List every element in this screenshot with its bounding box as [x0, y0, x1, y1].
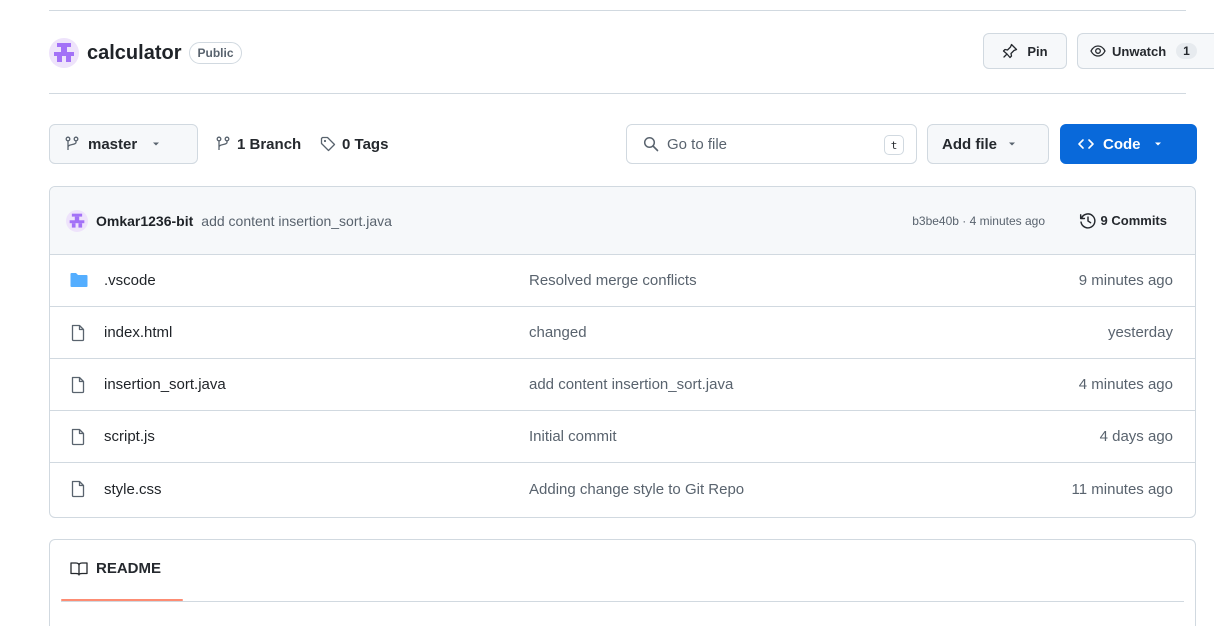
branch-name: master	[88, 135, 138, 153]
file-commit-time: 4 minutes ago	[1078, 376, 1173, 393]
file-row: style.css Adding change style to Git Rep…	[50, 463, 1195, 515]
readme-panel: README	[49, 539, 1196, 626]
file-row: .vscode Resolved merge conflicts 9 minut…	[50, 255, 1195, 307]
file-name-link[interactable]: insertion_sort.java	[104, 376, 226, 393]
file-name-link[interactable]: script.js	[104, 428, 155, 445]
readme-title: README	[96, 560, 162, 577]
branch-count: 1	[237, 135, 246, 153]
file-commit-time: yesterday	[1107, 324, 1173, 341]
file-commit-message[interactable]: Resolved merge conflicts	[529, 272, 697, 289]
tags-link[interactable]: 0 Tags	[320, 124, 388, 164]
caret-down-icon	[1009, 142, 1015, 146]
unwatch-button[interactable]: Unwatch 1	[1077, 33, 1214, 69]
pin-label: Pin	[1027, 43, 1048, 59]
branches-link[interactable]: 1 Branch	[215, 124, 301, 164]
file-commit-time: 4 days ago	[1099, 428, 1173, 445]
readme-active-underline	[61, 599, 183, 601]
file-commit-message[interactable]: add content insertion_sort.java	[529, 376, 733, 393]
search-shortcut-key: t	[884, 135, 904, 155]
identicon-avatar[interactable]	[66, 209, 88, 232]
file-name-link[interactable]: index.html	[104, 324, 172, 341]
code-label: Code	[1103, 135, 1141, 153]
branch-selector-button[interactable]: master	[49, 124, 198, 164]
file-icon	[71, 324, 85, 342]
file-name-link[interactable]: style.css	[104, 481, 162, 498]
file-commit-message[interactable]: Initial commit	[529, 428, 617, 445]
file-icon	[71, 376, 85, 394]
go-to-file-search[interactable]: Go to file t	[626, 124, 917, 164]
pin-button[interactable]: Pin	[983, 33, 1067, 69]
caret-down-icon	[1154, 142, 1161, 146]
file-row: insertion_sort.java add content insertio…	[50, 359, 1195, 411]
file-name-link[interactable]: .vscode	[104, 272, 156, 289]
commits-label: 9 Commits	[1100, 213, 1167, 228]
git-branch-icon	[65, 136, 79, 150]
commit-message-link[interactable]: add content insertion_sort.java	[201, 213, 392, 229]
file-row: index.html changed yesterday	[50, 307, 1195, 359]
commit-author-link[interactable]: Omkar1236-bit	[96, 213, 193, 229]
code-button[interactable]: Code	[1060, 124, 1197, 164]
caret-down-icon	[153, 142, 160, 146]
git-branch-icon	[216, 136, 230, 150]
tag-count-label: Tags	[354, 135, 389, 153]
eye-icon	[1090, 45, 1106, 57]
file-row: script.js Initial commit 4 days ago	[50, 411, 1195, 463]
identicon-avatar[interactable]	[49, 38, 79, 68]
repo-header: calculator Public	[49, 36, 242, 70]
readme-tab[interactable]: README	[70, 560, 161, 577]
add-file-button[interactable]: Add file	[927, 124, 1049, 164]
code-icon	[1078, 139, 1094, 149]
tag-icon	[320, 136, 336, 152]
latest-commit-bar: Omkar1236-bit add content insertion_sort…	[50, 187, 1195, 255]
search-icon	[643, 136, 659, 152]
readme-divider	[61, 601, 1184, 602]
search-placeholder: Go to file	[667, 135, 728, 153]
book-icon	[70, 561, 88, 576]
branch-count-label: Branch	[249, 135, 302, 153]
file-commit-message[interactable]: changed	[529, 324, 587, 341]
history-icon	[1079, 212, 1096, 229]
file-commit-time: 9 minutes ago	[1078, 272, 1173, 289]
file-icon	[71, 428, 85, 446]
repo-name[interactable]: calculator	[87, 42, 181, 65]
commit-hash-time[interactable]: b3be40b · 4 minutes ago	[912, 214, 1045, 228]
file-listing: Omkar1236-bit add content insertion_sort…	[49, 186, 1196, 518]
unwatch-label: Unwatch	[1112, 43, 1167, 59]
file-icon	[71, 480, 85, 498]
folder-icon	[70, 273, 88, 287]
add-file-label: Add file	[942, 135, 997, 153]
visibility-badge: Public	[189, 42, 242, 64]
commits-link[interactable]: 9 Commits	[1079, 212, 1167, 230]
top-divider	[49, 10, 1186, 11]
pin-icon	[1003, 43, 1018, 59]
tag-count: 0	[342, 135, 351, 153]
watch-count: 1	[1176, 43, 1197, 59]
file-commit-message[interactable]: Adding change style to Git Repo	[529, 481, 744, 498]
file-commit-time: 11 minutes ago	[1071, 480, 1173, 498]
header-divider	[49, 93, 1186, 94]
